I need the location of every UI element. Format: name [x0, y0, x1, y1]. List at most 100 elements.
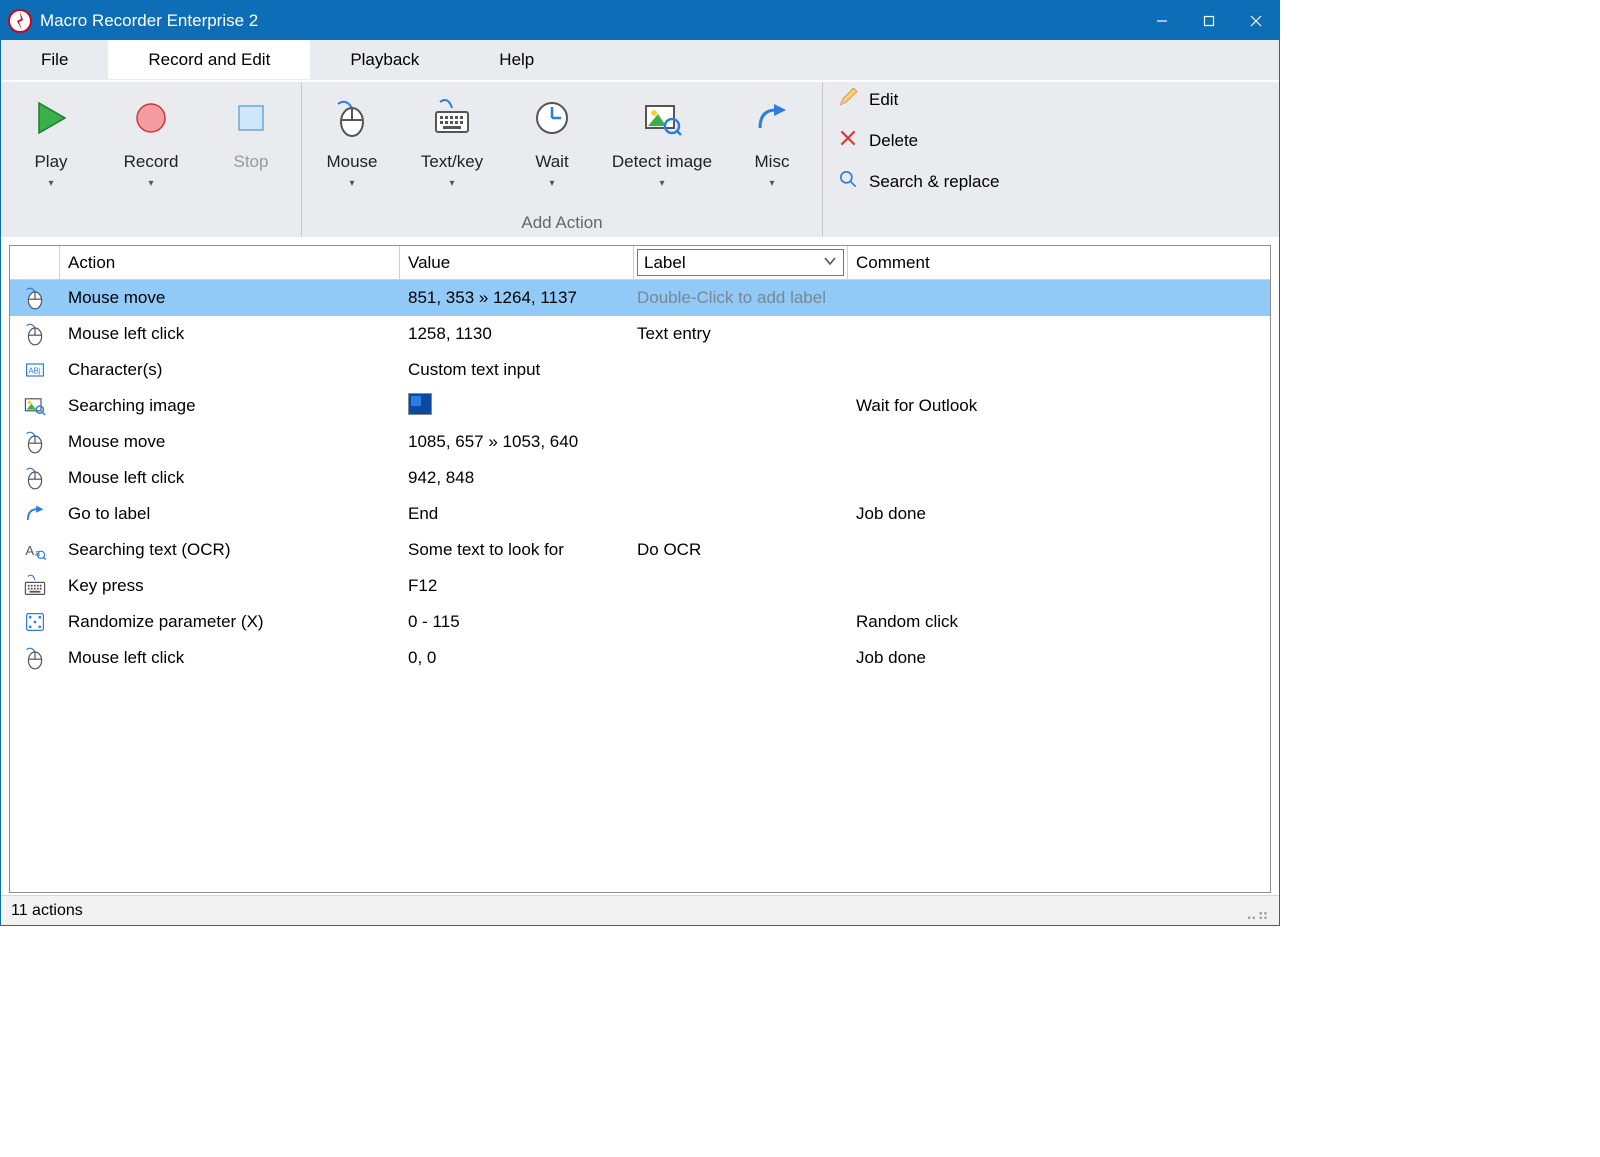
ribbon-play-button[interactable]: Play▾ [1, 86, 101, 189]
cell-action: Go to label [60, 504, 400, 524]
cell-value: Some text to look for [400, 540, 634, 560]
imgsrch-icon [10, 394, 60, 418]
table-row[interactable]: Go to labelEnd Job done [10, 496, 1270, 532]
cell-label[interactable] [634, 367, 848, 373]
close-button[interactable] [1232, 1, 1279, 40]
cell-value: 851, 353 » 1264, 1137 [400, 288, 634, 308]
cell-label[interactable] [634, 511, 848, 517]
ribbon-textkey-button[interactable]: Text/key▾ [402, 86, 502, 189]
cell-action: Mouse left click [60, 648, 400, 668]
cell-label[interactable]: Text entry [634, 321, 848, 347]
search-icon [837, 168, 859, 195]
ribbon-record-button[interactable]: Record▾ [101, 86, 201, 189]
status-text: 11 actions [11, 902, 83, 920]
ribbon: Play▾Record▾Stop Mouse▾Text/key▾Wait▾Det… [1, 80, 1279, 237]
cell-value: 942, 848 [400, 468, 634, 488]
ribbon-detect-image-button[interactable]: Detect image▾ [602, 86, 722, 189]
mouse-icon [332, 94, 372, 142]
cell-action: Mouse left click [60, 468, 400, 488]
actions-grid: Action Value Label Comment Mouse move851… [9, 245, 1271, 893]
thumbnail-icon [408, 393, 432, 415]
ribbon-misc-button[interactable]: Misc▾ [722, 86, 822, 189]
ocr-icon: Aa [10, 538, 60, 562]
svg-text:AB|: AB| [28, 367, 40, 376]
header-comment[interactable]: Comment [848, 246, 1270, 279]
ribbon-search-replace-action[interactable]: Search & replace [837, 168, 999, 195]
ribbon-stop-button: Stop [201, 86, 301, 189]
maximize-button[interactable] [1185, 1, 1232, 40]
header-label[interactable]: Label [634, 246, 848, 279]
header-action[interactable]: Action [60, 246, 400, 279]
mouse-icon [10, 430, 60, 454]
redx-icon [837, 127, 859, 154]
cell-action: Randomize parameter (X) [60, 612, 400, 632]
stop-icon [231, 94, 271, 142]
ribbon-delete-action[interactable]: Delete [837, 127, 999, 154]
cell-action: Mouse move [60, 288, 400, 308]
table-row[interactable]: Searching image Wait for Outlook [10, 388, 1270, 424]
table-row[interactable]: Mouse left click942, 848 [10, 460, 1270, 496]
ribbon-edit-action[interactable]: Edit [837, 86, 999, 113]
cell-action: Character(s) [60, 360, 400, 380]
cell-label[interactable] [634, 583, 848, 589]
mouse-icon [10, 466, 60, 490]
minimize-button[interactable] [1138, 1, 1185, 40]
menu-help[interactable]: Help [459, 40, 574, 79]
table-row[interactable]: Randomize parameter (X)0 - 115Random cli… [10, 604, 1270, 640]
mouse-icon [10, 322, 60, 346]
table-row[interactable]: Key pressF12 [10, 568, 1270, 604]
clock-icon [532, 94, 572, 142]
keyboard-icon [10, 574, 60, 598]
app-icon [8, 9, 32, 33]
random-icon [10, 610, 60, 634]
cell-value: 1085, 657 » 1053, 640 [400, 432, 634, 452]
pencil-icon [837, 86, 859, 113]
menu-playback[interactable]: Playback [310, 40, 459, 79]
cell-action: Searching image [60, 396, 400, 416]
cell-value: F12 [400, 576, 634, 596]
cell-value: 1258, 1130 [400, 324, 634, 344]
cell-comment: Random click [848, 612, 1270, 632]
goto-icon [752, 94, 792, 142]
table-row[interactable]: Mouse left click0, 0Job done [10, 640, 1270, 676]
cell-label[interactable] [634, 439, 848, 445]
cell-label[interactable]: Double-Click to add label [634, 285, 848, 311]
mouse-icon [10, 286, 60, 310]
cell-label[interactable] [634, 619, 848, 625]
chevron-down-icon [823, 253, 837, 273]
app-title: Macro Recorder Enterprise 2 [40, 11, 258, 31]
play-icon [31, 94, 71, 142]
cell-comment: Job done [848, 648, 1270, 668]
cell-label[interactable]: Do OCR [634, 537, 848, 563]
grid-header: Action Value Label Comment [10, 246, 1270, 280]
table-row[interactable]: Mouse move1085, 657 » 1053, 640 [10, 424, 1270, 460]
titlebar: Macro Recorder Enterprise 2 [1, 1, 1279, 40]
statusbar: 11 actions ⣀⣤ [1, 895, 1279, 925]
cell-label[interactable] [634, 655, 848, 661]
table-row[interactable]: Mouse move851, 353 » 1264, 1137Double-Cl… [10, 280, 1270, 316]
cell-action: Searching text (OCR) [60, 540, 400, 560]
cell-label[interactable] [634, 475, 848, 481]
table-row[interactable]: AB| Character(s)Custom text input [10, 352, 1270, 388]
cell-comment: Wait for Outlook [848, 396, 1270, 416]
image-icon [642, 94, 682, 142]
header-value[interactable]: Value [400, 246, 634, 279]
cell-value: End [400, 504, 634, 524]
cell-comment: Job done [848, 504, 1270, 524]
table-row[interactable]: AaSearching text (OCR)Some text to look … [10, 532, 1270, 568]
svg-text:A: A [25, 543, 34, 558]
menu-record-and-edit[interactable]: Record and Edit [108, 40, 310, 79]
mouse-icon [10, 646, 60, 670]
cell-label[interactable] [634, 403, 848, 409]
keyboard-icon [432, 94, 472, 142]
menu-file[interactable]: File [1, 40, 108, 79]
resize-grip-icon[interactable]: ⣀⣤ [1246, 901, 1269, 921]
cell-action: Mouse left click [60, 324, 400, 344]
cell-action: Mouse move [60, 432, 400, 452]
ribbon-mouse-button[interactable]: Mouse▾ [302, 86, 402, 189]
menubar: FileRecord and EditPlaybackHelp [1, 40, 1279, 80]
table-row[interactable]: Mouse left click1258, 1130Text entry [10, 316, 1270, 352]
cell-value [400, 393, 634, 420]
cell-value: Custom text input [400, 360, 634, 380]
ribbon-wait-button[interactable]: Wait▾ [502, 86, 602, 189]
